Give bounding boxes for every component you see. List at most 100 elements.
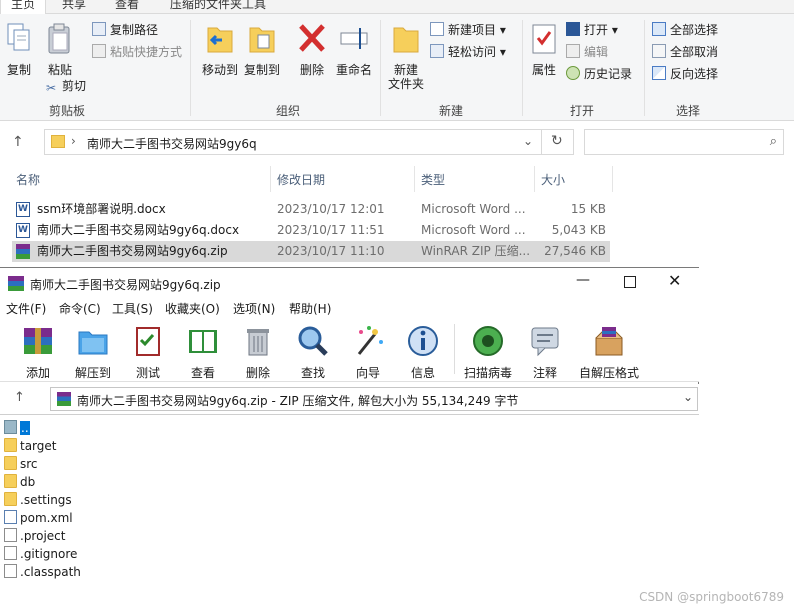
list-item[interactable]: .gitignore [4,545,77,563]
find-button[interactable]: 查找 [285,324,341,381]
archive-file-list: .. target src db .settings pom.xml .proj… [0,414,699,611]
rename-label: 重命名 [335,63,372,77]
list-item-parent[interactable]: .. [4,419,30,437]
up-arrow-icon[interactable]: ↑ [12,134,24,150]
list-item[interactable]: pom.xml [4,509,73,527]
up-arrow-icon[interactable]: ↑ [14,390,25,405]
column-name-header[interactable]: 名称 [16,171,40,188]
select-all-icon [652,22,666,36]
invert-selection-button[interactable]: 反向选择 [652,64,718,84]
extract-to-button[interactable]: 解压到 [65,324,121,381]
list-item[interactable]: src [4,455,38,473]
column-date-header[interactable]: 修改日期 [277,171,325,188]
close-icon[interactable]: ✕ [668,271,681,290]
move-to-button[interactable]: 移动到 [198,22,242,77]
file-type: WinRAR ZIP 压缩... [421,244,531,258]
maximize-icon[interactable] [624,276,636,288]
chevron-down-icon[interactable]: ⌄ [523,134,533,148]
rename-button[interactable]: 重命名 [334,22,374,77]
column-size-header[interactable]: 大小 [541,171,565,188]
copy-button[interactable]: 复制 [4,22,34,77]
folder-icon [4,474,17,488]
column-type-header[interactable]: 类型 [421,171,445,188]
address-bar[interactable]: › 南师大二手图书交易网站9gy6q ⌄ ↻ [44,129,574,155]
info-icon [408,326,438,356]
edit-button[interactable]: 编辑 [566,42,608,62]
menu-favorites[interactable]: 收藏夹(O) [165,300,220,317]
comment-label: 注释 [532,366,557,380]
copy-path-label: 复制路径 [110,23,159,37]
refresh-icon[interactable]: ↻ [551,133,563,149]
history-button[interactable]: 历史记录 [566,64,632,84]
select-none-button[interactable]: 全部取消 [652,42,718,62]
properties-button[interactable]: 属性 [526,22,562,77]
search-icon: ⌕ [769,134,777,149]
column-divider[interactable] [612,166,613,192]
file-icon [4,546,17,560]
add-button[interactable]: 添加 [10,324,66,381]
sfx-box-icon [595,327,623,356]
list-item[interactable]: .settings [4,491,72,509]
rar-delete-button[interactable]: 删除 [230,324,286,381]
info-button[interactable]: 信息 [395,324,451,381]
minimize-icon[interactable]: — [576,272,590,288]
list-item[interactable]: .classpath [4,563,81,581]
wizard-button[interactable]: 向导 [340,324,396,381]
menu-tools[interactable]: 工具(S) [112,300,153,317]
copy-path-button[interactable]: 复制路径 [92,20,158,40]
open-button[interactable]: 打开 ▾ [566,20,618,40]
column-divider[interactable] [534,166,535,192]
delete-button[interactable]: 删除 [294,22,330,77]
scan-virus-button[interactable]: 扫描病毒 [460,324,516,381]
new-folder-button[interactable]: 新建 文件夹 [384,22,428,91]
tab-view[interactable]: 查看 [115,0,139,14]
easy-access-button[interactable]: 轻松访问 ▾ [430,42,506,62]
test-button[interactable]: 测试 [120,324,176,381]
folder-icon [4,492,17,506]
clipboard-group-label: 剪贴板 [48,104,85,118]
column-divider[interactable] [270,166,271,192]
cut-button[interactable]: ✂ 剪切 [44,76,86,96]
menu-help[interactable]: 帮助(H) [289,300,331,317]
column-divider[interactable] [414,166,415,192]
list-item[interactable]: target [4,437,57,455]
menu-commands[interactable]: 命令(C) [59,300,101,317]
tab-compressed-tools[interactable]: 压缩的文件夹工具 [170,0,266,14]
comment-button[interactable]: 注释 [517,324,573,381]
paste-shortcut-button[interactable]: 粘贴快捷方式 [92,42,182,62]
folder-icon [51,135,65,148]
view-button[interactable]: 查看 [175,324,231,381]
winrar-icon [57,392,71,406]
sfx-label: 自解压格式 [578,366,639,380]
list-item[interactable]: .project [4,527,65,545]
tab-home[interactable]: 主页 [0,0,47,14]
copy-label: 复制 [6,63,31,77]
file-row-selected[interactable]: 南师大二手图书交易网站9gy6q.zip 2023/10/17 11:10 Wi… [12,241,610,262]
select-group-label: 选择 [675,104,700,118]
new-item-button[interactable]: 新建项目 ▾ [430,20,506,40]
archive-path-field[interactable]: 南师大二手图书交易网站9gy6q.zip - ZIP 压缩文件, 解包大小为 5… [50,387,698,411]
magnifier-icon [298,326,328,356]
group-divider [644,20,645,116]
chevron-down-icon[interactable]: ⌄ [683,390,693,404]
menu-file[interactable]: 文件(F) [6,300,46,317]
winrar-toolbar: 添加 解压到 测试 查看 删除 查找 向导 信息 扫描病毒 注释 自解压格式 [0,318,699,382]
add-archive-icon [24,328,52,354]
extract-folder-icon [78,331,108,355]
tab-share[interactable]: 共享 [62,0,86,14]
list-item[interactable]: db [4,473,35,491]
menu-options[interactable]: 选项(N) [233,300,275,317]
paste-button[interactable]: 粘贴 [44,22,76,77]
copy-to-button[interactable]: 复制到 [240,22,284,77]
file-row[interactable]: W 南师大二手图书交易网站9gy6q.docx 2023/10/17 11:51… [12,220,610,241]
item-name: src [20,457,38,471]
file-row[interactable]: W ssm环境部署说明.docx 2023/10/17 12:01 Micros… [12,199,610,220]
winrar-title-bar: 南师大二手图书交易网站9gy6q.zip — ✕ [0,268,699,298]
search-input[interactable]: ⌕ [584,129,784,155]
paste-label: 粘贴 [47,63,72,77]
tab-home-label: 主页 [11,0,36,11]
history-label: 历史记录 [584,67,633,81]
copy-icon [7,23,30,51]
sfx-button[interactable]: 自解压格式 [576,324,642,381]
select-all-button[interactable]: 全部选择 [652,20,718,40]
